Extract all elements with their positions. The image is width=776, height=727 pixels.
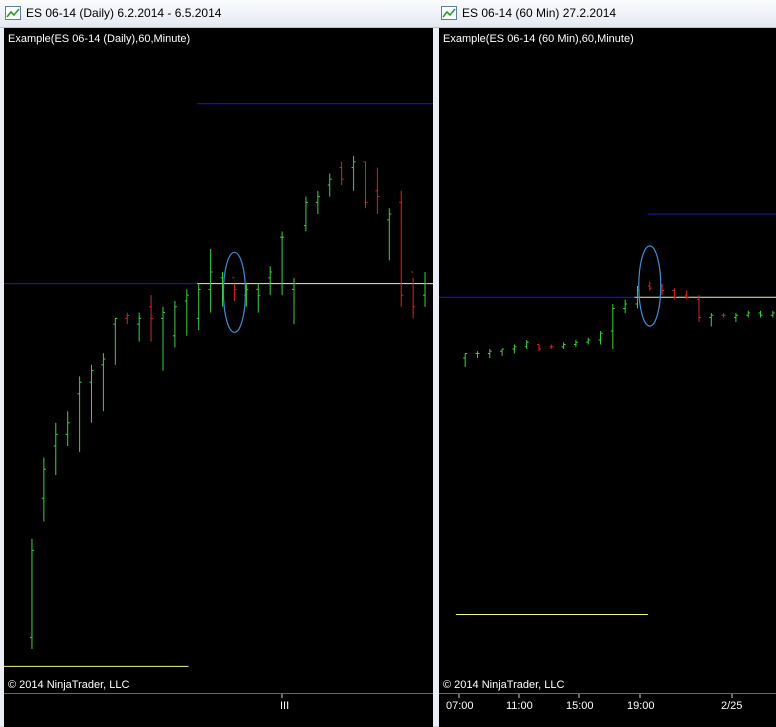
ohlc-bar-up <box>623 299 628 313</box>
ohlc-bar-down <box>375 167 380 214</box>
ohlc-bar-up <box>758 310 763 318</box>
x-axis-label: 15:00 <box>566 700 594 712</box>
chart-app-icon <box>5 6 21 20</box>
chart-label-60min: Example(ES 06-14 (60 Min),60,Minute) <box>443 33 634 45</box>
ohlc-bar-up <box>573 340 578 347</box>
ohlc-bar-up <box>586 337 591 345</box>
x-axis-label: 11:00 <box>506 700 533 712</box>
ohlc-bar-up <box>351 156 356 191</box>
ohlc-bar-down <box>697 295 701 322</box>
ohlc-bar-up <box>733 313 738 322</box>
ohlc-bar-up <box>196 283 201 330</box>
ohlc-bar-up <box>487 349 492 358</box>
ohlc-bar-up <box>280 231 285 296</box>
ohlc-bar-up <box>746 310 751 318</box>
ohlc-bar-down <box>232 277 237 301</box>
title-bar-daily[interactable]: ES 06-14 (Daily) 6.2.2014 - 6.5.2014 <box>0 0 436 28</box>
ohlc-bar-up <box>268 266 273 296</box>
ohlc-bar-down <box>721 313 726 318</box>
title-bar-60min[interactable]: ES 06-14 (60 Min) 27.2.2014 <box>436 0 776 28</box>
ohlc-bar-up <box>327 173 332 197</box>
copyright-60min: © 2014 NinjaTrader, LLC <box>443 679 565 691</box>
ohlc-bar-up <box>475 351 480 358</box>
x-axis-60min[interactable]: 07:00 11:00 15:00 19:00 2/25 <box>439 693 776 727</box>
ohlc-bar-up <box>770 310 775 318</box>
chart-canvas-daily[interactable] <box>4 28 433 693</box>
window-daily[interactable]: ES 06-14 (Daily) 6.2.2014 - 6.5.2014 Exa… <box>0 0 436 727</box>
ohlc-bar-up <box>292 277 297 325</box>
ohlc-bar-down <box>339 161 344 185</box>
window-title-daily: ES 06-14 (Daily) 6.2.2014 - 6.5.2014 <box>26 6 222 20</box>
ohlc-bar-up <box>101 353 106 412</box>
ohlc-bar-up <box>77 376 82 452</box>
ohlc-bar-up <box>315 190 320 214</box>
ohlc-bar-up <box>41 457 46 522</box>
chart-canvas-60min[interactable] <box>439 28 776 693</box>
ohlc-bar-up <box>598 331 603 345</box>
ohlc-bar-down <box>537 344 541 352</box>
chart-label-daily: Example(ES 06-14 (Daily),60,Minute) <box>8 33 191 45</box>
ohlc-bar-up <box>387 208 392 261</box>
ohlc-bar-up <box>463 353 468 367</box>
ohlc-bar-down <box>672 288 677 300</box>
ohlc-bar-up <box>53 422 58 475</box>
window-60min[interactable]: ES 06-14 (60 Min) 27.2.2014 Example(ES 0… <box>436 0 776 727</box>
ohlc-bar-up <box>610 304 615 349</box>
x-axis-label: 2/25 <box>721 700 742 712</box>
ohlc-bar-down <box>363 161 368 209</box>
ohlc-bar-down <box>684 290 689 300</box>
x-axis-label: 07:00 <box>446 700 474 712</box>
ohlc-bar-down <box>549 344 554 349</box>
ohlc-bar-up <box>65 411 70 446</box>
ohlc-bar-down <box>149 295 154 342</box>
ohlc-bar-up <box>524 340 529 349</box>
ohlc-bar-up <box>512 344 517 354</box>
x-axis-label: III <box>280 700 289 712</box>
copyright-daily: © 2014 NinjaTrader, LLC <box>8 679 130 691</box>
window-title-60min: ES 06-14 (60 Min) 27.2.2014 <box>462 6 617 20</box>
ohlc-bar-up <box>29 538 34 649</box>
ohlc-bar-up <box>500 348 505 356</box>
price-chart-daily[interactable]: Example(ES 06-14 (Daily),60,Minute) © 20… <box>4 28 433 693</box>
ohlc-bar-up <box>561 342 566 349</box>
x-axis-label: 19:00 <box>627 700 655 712</box>
ohlc-bar-down <box>125 312 130 325</box>
ohlc-bar-up <box>709 313 714 327</box>
ohlc-bar-up <box>423 272 428 307</box>
x-axis-daily[interactable]: III <box>4 693 433 727</box>
ohlc-bar-down <box>411 271 416 319</box>
ohlc-bar-up <box>137 312 142 342</box>
ohlc-bar-up <box>160 306 165 371</box>
ohlc-bar-up <box>113 317 118 365</box>
ohlc-bar-up <box>256 283 261 313</box>
ohlc-bar-up <box>303 196 308 232</box>
ohlc-bar-up <box>89 364 94 423</box>
price-chart-60min[interactable]: Example(ES 06-14 (60 Min),60,Minute) © 2… <box>439 28 776 693</box>
ohlc-bar-up <box>184 289 189 336</box>
ohlc-bar-down <box>647 281 652 291</box>
chart-app-icon <box>441 6 457 20</box>
ohlc-bar-down <box>399 190 404 307</box>
ohlc-bar-up <box>172 301 177 348</box>
ohlc-bar-up <box>208 248 213 313</box>
